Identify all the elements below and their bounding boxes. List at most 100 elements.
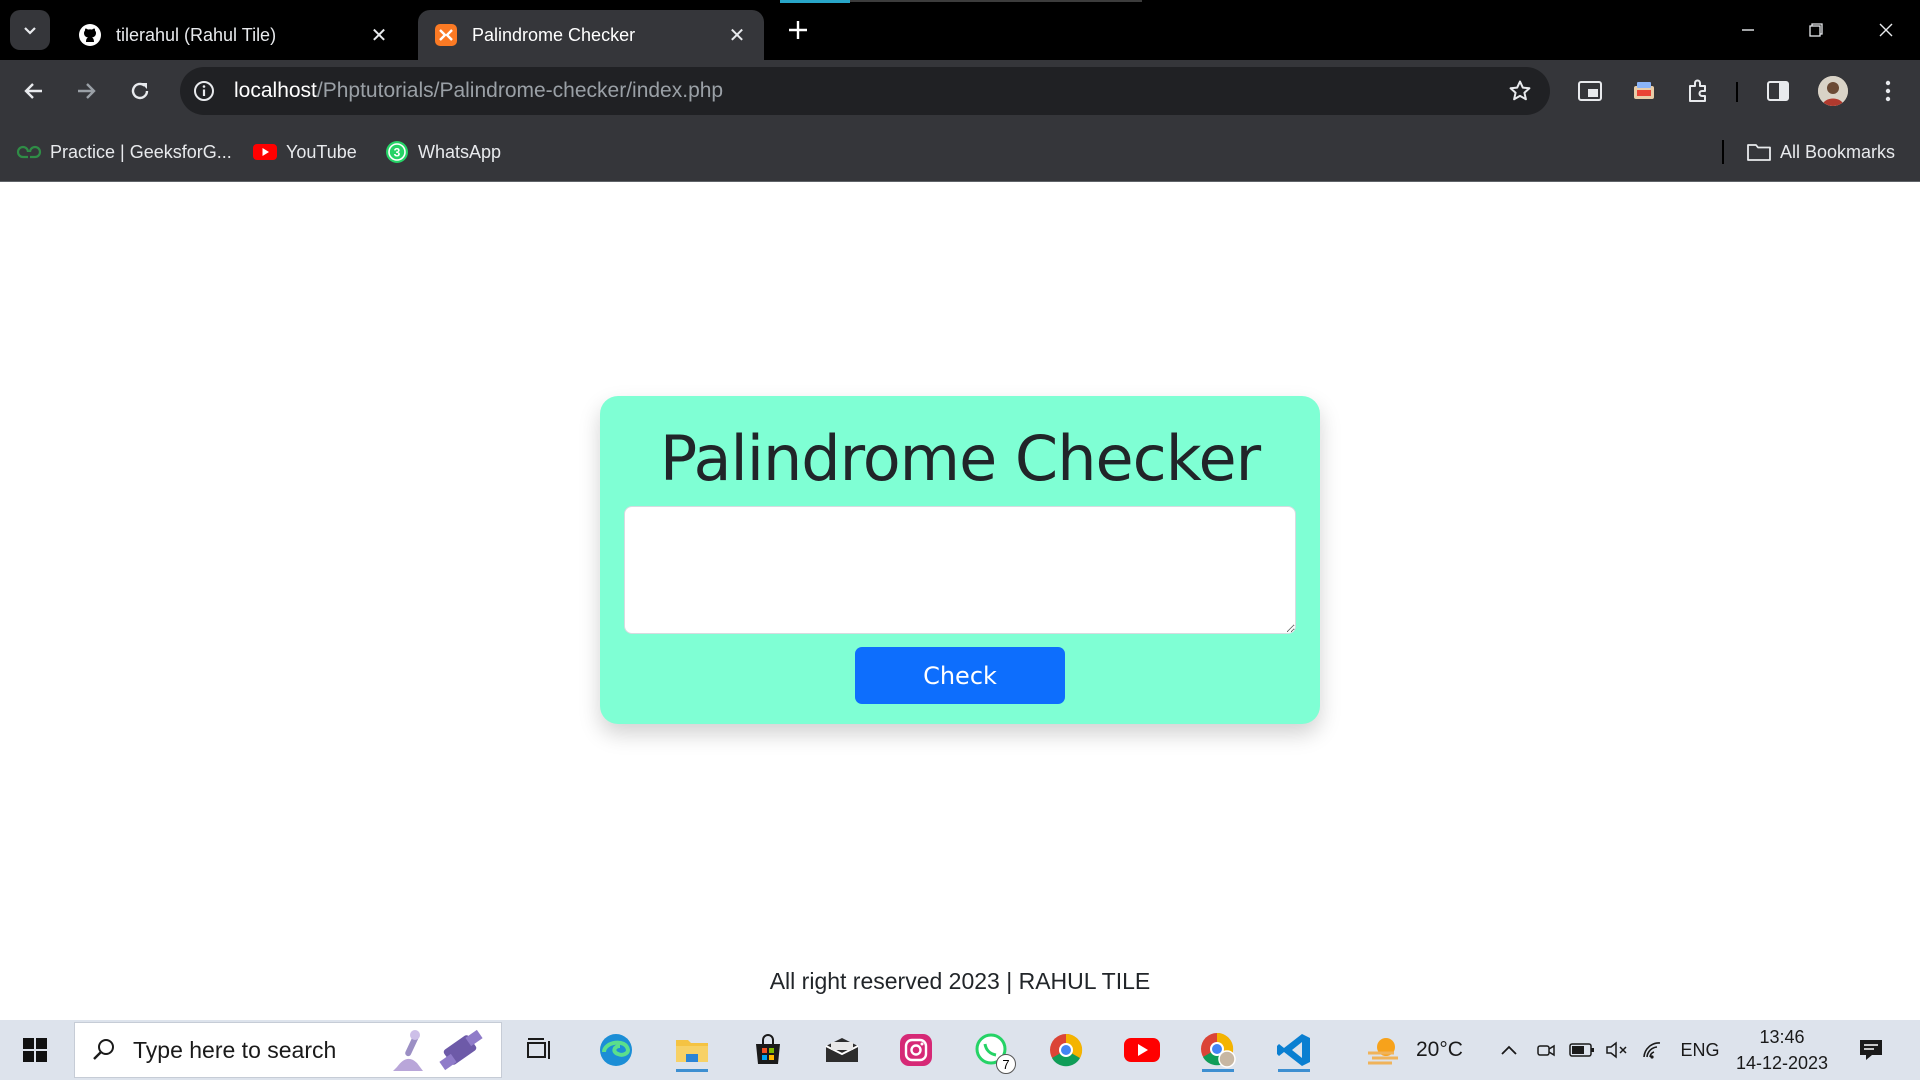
language-indicator[interactable]: ENG [1678, 1034, 1722, 1066]
url-path: /Phptutorials/Palindrome-checker/index.p… [316, 79, 724, 102]
all-bookmarks-label: All Bookmarks [1780, 141, 1896, 162]
windows-taskbar: Type here to search 7 20°C ENG 13:46 14-… [0, 1020, 1920, 1080]
whatsapp-unread-badge: 7 [996, 1054, 1016, 1074]
date: 14-12-2023 [1735, 1053, 1829, 1073]
profile-avatar[interactable] [1818, 76, 1848, 106]
arrow-left-icon [24, 83, 42, 99]
toolbar-divider [1736, 82, 1738, 102]
loading-track [850, 0, 1142, 2]
edge-taskbar-button[interactable] [594, 1028, 638, 1072]
extension-app-icon[interactable] [1628, 75, 1660, 107]
chrome-icon [1201, 1032, 1236, 1068]
bookmark-geeksforgeeks[interactable]: Practice | GeeksforG... [16, 138, 232, 166]
plus-icon [789, 21, 807, 39]
palindrome-input[interactable] [624, 506, 1296, 634]
minimize-icon [1742, 29, 1754, 31]
bookmark-whatsapp[interactable]: 3 WhatsApp [384, 138, 501, 166]
footer-text: All right reserved 2023 | RAHUL TILE [769, 968, 1151, 994]
tab-strip: tilerahul (Rahul Tile) ✕ Palindrome Chec… [0, 0, 1920, 60]
youtube-icon [252, 141, 278, 163]
volume-muted-icon[interactable] [1604, 1034, 1630, 1066]
battery-icon[interactable] [1568, 1034, 1596, 1066]
close-window-button[interactable] [1862, 8, 1910, 52]
bookmark-star-icon[interactable] [1506, 77, 1534, 105]
address-bar[interactable]: localhost/Phptutorials/Palindrome-checke… [180, 67, 1550, 115]
show-hidden-icons-button[interactable] [1498, 1034, 1520, 1066]
time: 13:46 [1759, 1027, 1805, 1047]
whatsapp-taskbar-button[interactable]: 7 [970, 1028, 1016, 1074]
weather-haze-icon [1368, 1038, 1398, 1065]
wifi-icon[interactable] [1640, 1034, 1666, 1066]
chrome-profile-taskbar-button[interactable] [1196, 1028, 1240, 1072]
folder-icon [1746, 141, 1772, 163]
instagram-taskbar-button[interactable] [894, 1028, 938, 1072]
close-icon[interactable]: ✕ [726, 24, 748, 47]
tab-title: tilerahul (Rahul Tile) [116, 24, 277, 45]
bookmark-label: WhatsApp [418, 141, 502, 162]
chevron-up-icon [1501, 1045, 1517, 1055]
temperature: 20°C [1416, 1038, 1463, 1061]
site-info-icon[interactable] [184, 71, 224, 111]
vscode-taskbar-button[interactable] [1272, 1028, 1316, 1072]
url-host: localhost [234, 79, 317, 102]
active-indicator [676, 1069, 708, 1072]
mail-taskbar-button[interactable] [820, 1028, 864, 1072]
taskbar-search[interactable]: Type here to search [74, 1022, 502, 1078]
bookmark-label: Practice | GeeksforG... [50, 141, 232, 162]
geeksforgeeks-icon [16, 141, 42, 163]
mail-icon [825, 1038, 859, 1062]
minimize-button[interactable] [1724, 8, 1772, 52]
search-placeholder: Type here to search [133, 1036, 337, 1063]
forward-button[interactable] [68, 73, 104, 109]
store-icon [756, 1034, 780, 1064]
github-icon [78, 23, 102, 47]
notification-icon [1860, 1040, 1882, 1060]
extensions-puzzle-icon[interactable] [1682, 75, 1714, 107]
youtube-taskbar-button[interactable] [1120, 1028, 1164, 1072]
notifications-button[interactable] [1854, 1034, 1888, 1066]
start-button[interactable] [10, 1030, 60, 1070]
task-view-icon [527, 1038, 550, 1059]
whatsapp-badge: 3 [394, 146, 401, 160]
tab-search-button[interactable] [10, 10, 50, 50]
url-text: localhost/Phptutorials/Palindrome-checke… [234, 79, 723, 103]
weather-widget[interactable]: 20°C [1364, 1030, 1463, 1070]
xampp-icon [434, 23, 458, 47]
back-button[interactable] [16, 73, 52, 109]
folder-icon [676, 1040, 708, 1062]
restore-icon [1809, 23, 1823, 37]
close-icon[interactable]: ✕ [368, 24, 390, 47]
vscode-icon [1277, 1034, 1310, 1066]
file-explorer-taskbar-button[interactable] [670, 1028, 714, 1072]
new-tab-button[interactable] [780, 12, 816, 48]
page-content: Palindrome Checker Check All right reser… [0, 182, 1920, 1020]
microsoft-store-taskbar-button[interactable] [746, 1028, 790, 1072]
browser-toolbar: localhost/Phptutorials/Palindrome-checke… [0, 60, 1920, 122]
menu-kebab-icon[interactable] [1872, 75, 1904, 107]
search-highlight-image [393, 1029, 483, 1071]
windows-icon [23, 1038, 47, 1062]
side-panel-icon[interactable] [1762, 75, 1794, 107]
restore-button[interactable] [1792, 8, 1840, 52]
tab-palindrome-checker[interactable]: Palindrome Checker ✕ [418, 10, 764, 60]
bookmarks-divider [1722, 140, 1724, 164]
reload-button[interactable] [122, 73, 158, 109]
tab-title: Palindrome Checker [472, 24, 636, 45]
chrome-taskbar-button[interactable] [1044, 1028, 1088, 1072]
tab-github[interactable]: tilerahul (Rahul Tile) ✕ [62, 10, 406, 60]
reload-icon [131, 82, 149, 100]
instagram-icon [900, 1034, 932, 1066]
bookmark-youtube[interactable]: YouTube [252, 138, 357, 166]
edge-icon [600, 1034, 632, 1066]
youtube-icon [1124, 1038, 1160, 1062]
active-indicator [1202, 1069, 1234, 1072]
meet-now-icon[interactable] [1534, 1034, 1558, 1066]
clock[interactable]: 13:46 14-12-2023 [1730, 1024, 1834, 1076]
check-button[interactable]: Check [855, 647, 1065, 704]
picture-in-picture-icon[interactable] [1574, 75, 1606, 107]
all-bookmarks-button[interactable]: All Bookmarks [1746, 138, 1895, 166]
task-view-button[interactable] [518, 1028, 562, 1072]
palindrome-card: Palindrome Checker Check [600, 396, 1320, 724]
bookmark-label: YouTube [286, 141, 357, 162]
close-icon [1879, 23, 1893, 37]
